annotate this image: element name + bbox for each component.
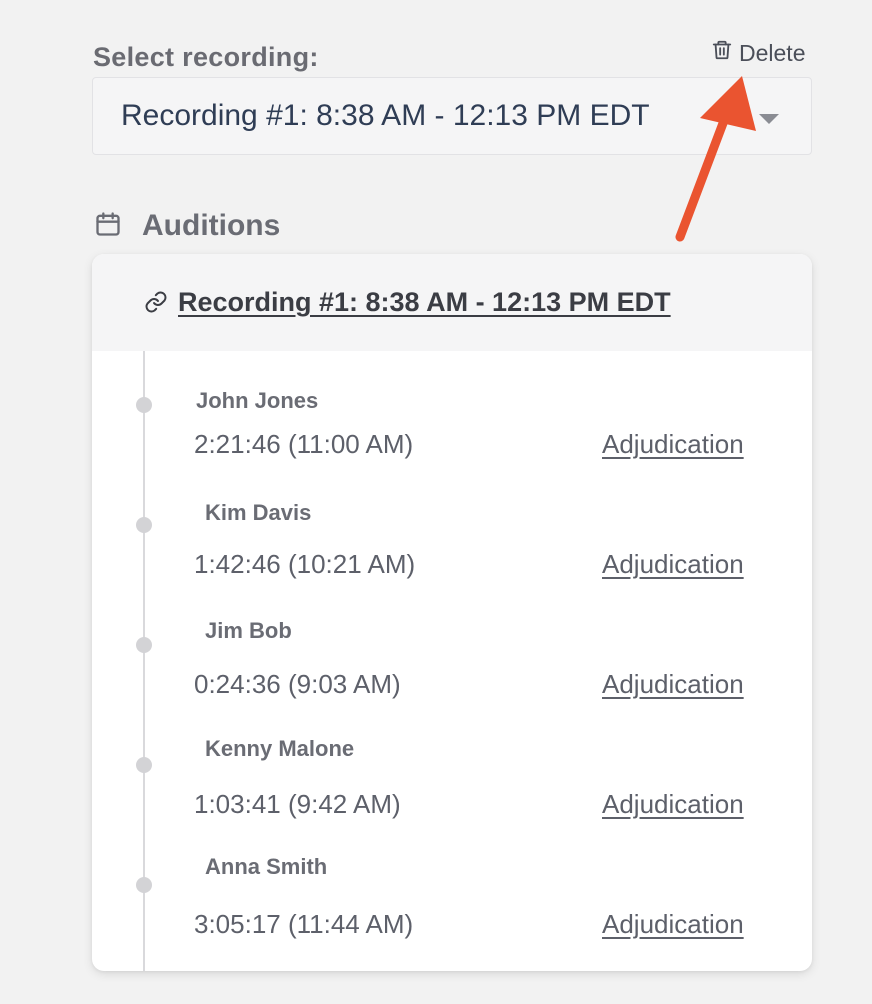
caret-down-icon [759, 114, 779, 124]
delete-label: Delete [739, 39, 806, 66]
adjudication-link[interactable]: Adjudication [602, 429, 744, 460]
audition-time: 1:42:46 (10:21 AM) [194, 549, 416, 579]
audition-entry: Jim Bob 0:24:36 (9:03 AM) Adjudication [92, 614, 812, 714]
audition-entry: John Jones 2:21:46 (11:00 AM) Adjudicati… [92, 374, 812, 474]
timeline-dot [136, 397, 152, 413]
audition-name: Anna Smith [205, 854, 328, 879]
recording-select-value: Recording #1: 8:38 AM - 12:13 PM EDT [121, 99, 650, 132]
delete-button[interactable]: Delete [711, 38, 805, 68]
audition-name: Jim Bob [205, 618, 292, 643]
adjudication-link[interactable]: Adjudication [602, 669, 744, 700]
recording-link[interactable]: Recording #1: 8:38 AM - 12:13 PM EDT [178, 287, 671, 318]
calendar-icon [94, 210, 122, 243]
adjudication-link[interactable]: Adjudication [602, 789, 744, 820]
audition-time: 0:24:36 (9:03 AM) [194, 669, 401, 699]
audition-entry: Kim Davis 1:42:46 (10:21 AM) Adjudicatio… [92, 494, 812, 594]
card-header: Recording #1: 8:38 AM - 12:13 PM EDT [92, 254, 812, 351]
timeline-dot [136, 637, 152, 653]
audition-name: Kim Davis [205, 500, 312, 525]
audition-time: 3:05:17 (11:44 AM) [194, 909, 414, 939]
adjudication-link[interactable]: Adjudication [602, 909, 744, 940]
audition-time: 1:03:41 (9:42 AM) [194, 789, 401, 819]
audition-entry: Anna Smith 3:05:17 (11:44 AM) Adjudicati… [92, 854, 812, 954]
select-recording-label: Select recording: [93, 42, 319, 72]
timeline-dot [136, 517, 152, 533]
auditions-card: Recording #1: 8:38 AM - 12:13 PM EDT Joh… [92, 254, 812, 971]
recording-select[interactable]: Recording #1: 8:38 AM - 12:13 PM EDT [92, 77, 812, 155]
timeline-dot [136, 757, 152, 773]
trash-icon [711, 39, 733, 67]
audition-name: Kenny Malone [205, 736, 355, 761]
timeline-dot [136, 877, 152, 893]
recordings-panel: Select recording: Delete Recording #1: 8… [0, 0, 872, 1004]
auditions-heading: Auditions [94, 206, 280, 246]
audition-entry: Kenny Malone 1:03:41 (9:42 AM) Adjudicat… [92, 734, 812, 834]
adjudication-link[interactable]: Adjudication [602, 549, 744, 580]
auditions-title: Auditions [142, 209, 281, 242]
audition-time: 2:21:46 (11:00 AM) [194, 429, 414, 459]
audition-name: John Jones [196, 388, 319, 413]
link-icon [144, 286, 168, 319]
